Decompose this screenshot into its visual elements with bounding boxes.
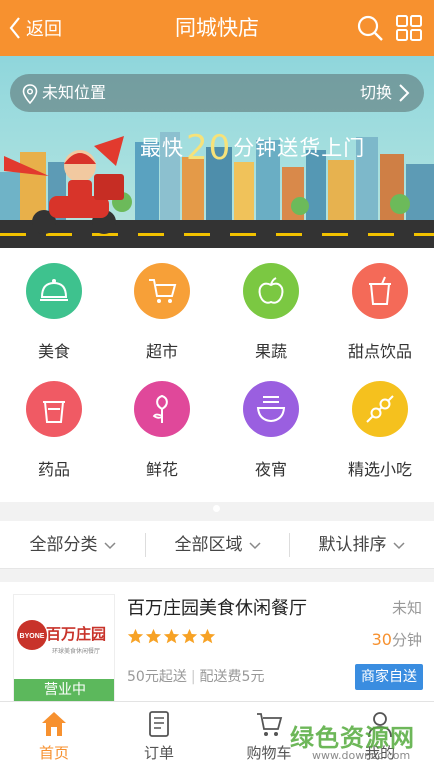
filter-category-label: 全部分类 bbox=[29, 535, 98, 555]
chevron-right-icon bbox=[399, 84, 410, 102]
category-label: 果蔬 bbox=[254, 342, 287, 361]
apple-icon bbox=[258, 277, 284, 304]
slogan-suffix: 分钟送货上门 bbox=[233, 136, 366, 160]
fee-divider: | bbox=[190, 669, 196, 685]
tab-orders[interactable]: 订单 bbox=[105, 702, 213, 773]
category-label: 鲜花 bbox=[145, 460, 178, 479]
category-label: 夜宵 bbox=[254, 460, 287, 479]
filter-bar: 全部分类 全部区域 默认排序 bbox=[0, 521, 434, 569]
top-bar: 返回 同城快店 bbox=[0, 0, 434, 56]
category-label: 精选小吃 bbox=[347, 460, 412, 479]
logo-sub: 环球美食休闲餐厅 bbox=[52, 647, 100, 655]
shop-name: 百万庄园美食休闲餐厅 bbox=[127, 598, 307, 619]
user-icon bbox=[368, 712, 392, 738]
shop-list-item[interactable]: BYONE 百万庄园 环球美食休闲餐厅 营业中 百万庄园美食休闲餐厅 未知 30… bbox=[0, 582, 434, 702]
filter-sort[interactable]: 默认排序 bbox=[289, 521, 434, 569]
status-badge: 营业中 bbox=[14, 679, 114, 701]
location-text: 未知位置 bbox=[42, 83, 107, 102]
tab-cart[interactable]: 购物车 bbox=[215, 702, 323, 773]
star-icon bbox=[127, 628, 144, 644]
delivery-time: 30分钟 bbox=[372, 629, 422, 650]
noodle-bowl-icon bbox=[256, 396, 286, 423]
chevron-down-icon bbox=[392, 542, 405, 550]
carousel-page-dot[interactable] bbox=[213, 505, 220, 512]
chevron-down-icon bbox=[103, 542, 116, 550]
min-order: 50元起送 bbox=[127, 669, 187, 685]
switch-location-button[interactable]: 切换 bbox=[360, 74, 392, 112]
slogan-number: 20 bbox=[186, 128, 232, 168]
promo-banner[interactable]: 未知位置 切换 最快20分钟送货上门 bbox=[0, 56, 434, 248]
shopping-cart-icon bbox=[149, 279, 177, 303]
grid-menu-icon[interactable] bbox=[394, 13, 424, 43]
tab-mine[interactable]: 我的 bbox=[326, 702, 434, 773]
location-bar[interactable]: 未知位置 切换 bbox=[10, 74, 424, 112]
order-list-icon bbox=[149, 711, 169, 737]
filter-area[interactable]: 全部区域 bbox=[145, 521, 290, 569]
tab-label: 订单 bbox=[143, 744, 174, 762]
rating-stars bbox=[127, 628, 216, 645]
shop-logo: BYONE 百万庄园 环球美食休闲餐厅 营业中 bbox=[13, 594, 115, 702]
drink-cup-icon bbox=[369, 276, 391, 305]
rose-icon bbox=[152, 394, 168, 423]
delivery-time-value: 30 bbox=[371, 630, 392, 649]
star-icon bbox=[145, 628, 162, 644]
delivery-tag: 商家自送 bbox=[355, 664, 423, 690]
filter-sort-label: 默认排序 bbox=[318, 535, 387, 555]
slogan-prefix: 最快 bbox=[140, 136, 184, 160]
shop-fees: 50元起送 | 配送费5元 bbox=[127, 666, 264, 686]
star-icon bbox=[199, 628, 216, 644]
logo-brand: BYONE bbox=[20, 633, 45, 640]
medicine-cup-icon bbox=[43, 401, 65, 423]
banner-slogan: 最快20分钟送货上门 bbox=[140, 128, 365, 168]
filter-category[interactable]: 全部分类 bbox=[0, 521, 145, 569]
category-flowers[interactable]: 鲜花 bbox=[108, 366, 216, 486]
tab-label: 首页 bbox=[38, 744, 69, 762]
category-snacks[interactable]: 精选小吃 bbox=[326, 366, 434, 486]
bottom-tab-bar: 首页 订单 购物车 我的 bbox=[0, 701, 434, 773]
delivery-fee: 配送费5元 bbox=[199, 669, 265, 685]
category-medicine[interactable]: 药品 bbox=[0, 366, 108, 486]
delivery-rider-illustration bbox=[4, 136, 124, 234]
category-label: 超市 bbox=[145, 342, 178, 361]
category-fruit-veg[interactable]: 果蔬 bbox=[217, 248, 325, 368]
star-icon bbox=[163, 628, 180, 644]
tab-label: 我的 bbox=[364, 744, 395, 762]
logo-name: 百万庄园 bbox=[46, 625, 106, 643]
category-label: 甜点饮品 bbox=[347, 342, 412, 361]
star-icon bbox=[181, 628, 198, 644]
food-cloche-icon bbox=[40, 279, 68, 301]
category-dessert-drinks[interactable]: 甜点饮品 bbox=[326, 248, 434, 368]
category-supermarket[interactable]: 超市 bbox=[108, 248, 216, 368]
location-pin-icon bbox=[22, 84, 38, 104]
shop-distance: 未知 bbox=[391, 599, 422, 617]
cart-icon bbox=[257, 713, 283, 736]
filter-area-label: 全部区域 bbox=[174, 535, 243, 555]
skewer-icon bbox=[366, 395, 394, 423]
search-icon[interactable] bbox=[355, 13, 385, 43]
category-label: 美食 bbox=[37, 342, 70, 361]
chevron-down-icon bbox=[248, 542, 261, 550]
tab-home[interactable]: 首页 bbox=[0, 702, 108, 773]
category-food[interactable]: 美食 bbox=[0, 248, 108, 368]
home-icon bbox=[42, 712, 66, 736]
tab-label: 购物车 bbox=[246, 744, 292, 762]
category-grid: 美食 超市 果蔬 甜点饮品 药品 鲜花 夜宵 精选小吃 bbox=[0, 248, 434, 502]
category-late-night-snack[interactable]: 夜宵 bbox=[217, 366, 325, 486]
shop-logo-image: BYONE 百万庄园 环球美食休闲餐厅 bbox=[17, 620, 106, 655]
category-label: 药品 bbox=[37, 460, 70, 479]
delivery-time-unit: 分钟 bbox=[391, 631, 422, 649]
